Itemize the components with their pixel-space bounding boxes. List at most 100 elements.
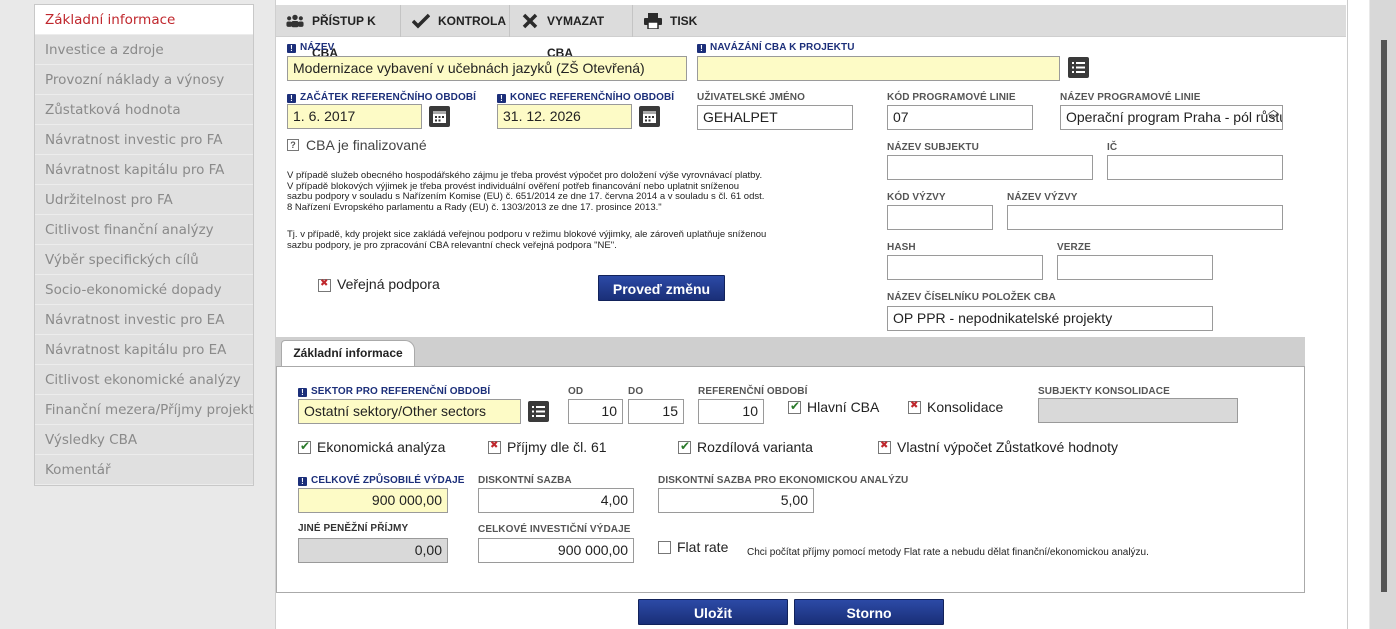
sidebar-item-udrzitelnost-fa[interactable]: Udržitelnost pro FA xyxy=(35,185,253,215)
sidebar-item-financni-mezera[interactable]: Finanční mezera/Příjmy projektu xyxy=(35,395,253,425)
sidebar-item-zustatkova-hodnota[interactable]: Zůstatková hodnota xyxy=(35,95,253,125)
konsolidace-label: Konsolidace xyxy=(927,399,1004,415)
required-icon: ! xyxy=(497,94,506,103)
navazani-input[interactable] xyxy=(697,56,1060,81)
delete-cba-button[interactable]: VYMAZAT CBA xyxy=(511,5,633,60)
od-input[interactable]: 10 xyxy=(568,399,623,424)
list-icon xyxy=(1072,62,1085,73)
rozdilova-checkbox[interactable] xyxy=(678,439,691,454)
sidebar-item-citlivost-ekonomicke[interactable]: Citlivost ekonomické analýzy xyxy=(35,365,253,395)
diskont-ek-label: DISKONTNÍ SAZBA PRO EKONOMICKOU ANALÝZU xyxy=(658,475,909,486)
sidebar-item-komentar[interactable]: Komentář xyxy=(35,455,253,485)
jine-input[interactable]: 0,00 xyxy=(298,538,448,563)
sidebar-item-investice[interactable]: Investice a zdroje xyxy=(35,35,253,65)
sektor-input[interactable]: Ostatní sektory/Other sectors xyxy=(298,399,521,424)
required-icon: ! xyxy=(287,44,296,53)
diskont-ek-input[interactable]: 5,00 xyxy=(658,488,814,513)
help-icon[interactable]: ? xyxy=(287,139,299,151)
nazev-linie-label: NÁZEV PROGRAMOVÉ LINIE xyxy=(1060,92,1201,103)
sidebar-item-provozni-naklady[interactable]: Provozní náklady a výnosy xyxy=(35,65,253,95)
calendar-button-start[interactable] xyxy=(429,106,450,127)
list-icon xyxy=(532,406,545,417)
sidebar-item-vyber-cilu[interactable]: Výběr specifických cílů xyxy=(35,245,253,275)
ciselnik-input[interactable]: OP PPR - nepodnikatelské projekty xyxy=(887,306,1213,331)
users-icon xyxy=(286,14,304,28)
hash-input[interactable] xyxy=(887,255,1043,280)
konec-input[interactable]: 31. 12. 2026 xyxy=(497,104,632,129)
sidebar-item-vysledky-cba[interactable]: Výsledky CBA xyxy=(35,425,253,455)
nazev-input[interactable]: Modernizace vybavení v učebnách jazyků (… xyxy=(287,56,687,81)
check-label: KONTROLA xyxy=(438,14,506,28)
diskont-input[interactable]: 4,00 xyxy=(478,488,634,513)
calendar-button-end[interactable] xyxy=(639,106,660,127)
scrollbar-thumb[interactable] xyxy=(1381,40,1387,592)
nazev-vyzvy-label: NÁZEV VÝZVY xyxy=(1007,192,1078,203)
subjekty-label: SUBJEKTY KONSOLIDACE xyxy=(1038,386,1170,397)
access-cba-button[interactable]: PŘÍSTUP K CBA xyxy=(276,5,401,60)
kod-vyzvy-label: KÓD VÝZVY xyxy=(887,192,946,203)
ref-obdobi-input[interactable]: 10 xyxy=(698,399,764,424)
printer-icon xyxy=(644,13,662,29)
checkmark-icon xyxy=(412,13,430,29)
prijmy61-checkbox[interactable] xyxy=(488,440,501,454)
navazani-label: ! NAVÁZÁNÍ CBA K PROJEKTU xyxy=(697,42,855,53)
sektor-list-button[interactable] xyxy=(528,401,549,422)
ref-obdobi-label: REFERENČNÍ OBDOBÍ xyxy=(698,386,808,397)
required-icon: ! xyxy=(298,388,307,397)
konec-label: ! KONEC REFERENČNÍHO OBDOBÍ xyxy=(497,92,674,103)
check-button[interactable]: KONTROLA xyxy=(402,5,510,37)
sidebar-item-navratnost-investic-ea[interactable]: Návratnost investic pro EA xyxy=(35,305,253,335)
ic-label: IČ xyxy=(1107,142,1118,153)
flat-rate-checkbox[interactable] xyxy=(658,541,671,554)
sidebar-item-navratnost-kapitalu-ea[interactable]: Návratnost kapitálu pro EA xyxy=(35,335,253,365)
sidebar-item-navratnost-kapitalu-fa[interactable]: Návratnost kapitálu pro FA xyxy=(35,155,253,185)
ekonomicka-checkbox[interactable] xyxy=(298,439,311,454)
nazev-label: ! NÁZEV xyxy=(287,42,334,53)
list-picker-button[interactable] xyxy=(1068,57,1089,78)
vlastni-checkbox[interactable] xyxy=(878,440,891,454)
save-button[interactable]: Uložit xyxy=(638,599,788,625)
do-input[interactable]: 15 xyxy=(628,399,684,424)
investicni-input[interactable]: 900 000,00 xyxy=(478,538,634,563)
toolbar: PŘÍSTUP K CBA KONTROLA VYMAZAT CBA TISK xyxy=(276,5,1346,60)
investicni-label: CELKOVÉ INVESTIČNÍ VÝDAJE xyxy=(478,524,631,535)
jine-label: JINÉ PENĚŽNÍ PŘÍJMY xyxy=(298,523,409,534)
verejna-podpora-checkbox[interactable] xyxy=(318,278,331,292)
tab-bar xyxy=(276,337,1305,367)
print-button[interactable]: TISK xyxy=(634,5,704,37)
uzivatel-input[interactable]: GEHALPET xyxy=(697,105,853,130)
ic-input[interactable] xyxy=(1107,155,1283,180)
celkove-input[interactable]: 900 000,00 xyxy=(298,488,448,513)
nazev-vyzvy-input[interactable] xyxy=(1007,205,1283,230)
konsolidace-checkbox[interactable] xyxy=(908,400,921,414)
chevron-updown-icon: ︿ ﹀ xyxy=(1268,105,1279,126)
rozdilova-label: Rozdílová varianta xyxy=(697,439,813,455)
kod-linie-input[interactable]: 07 xyxy=(887,105,1033,130)
nazev-linie-select[interactable]: Operační program Praha - pól růstu ︿ ﹀ xyxy=(1060,105,1283,130)
prijmy61-label: Příjmy dle čl. 61 xyxy=(507,439,607,455)
vlastni-label: Vlastní výpočet Zůstatkové hodnoty xyxy=(897,439,1119,455)
nazev-subjektu-input[interactable] xyxy=(887,155,1093,180)
ekonomicka-label: Ekonomická analýza xyxy=(317,439,446,455)
verze-input[interactable] xyxy=(1057,255,1213,280)
calendar-icon xyxy=(433,111,446,123)
tab-zakladni-informace[interactable]: Základní informace xyxy=(281,340,415,367)
zacatek-label: ! ZAČÁTEK REFERENČNÍHO OBDOBÍ xyxy=(287,92,476,103)
zacatek-input[interactable]: 1. 6. 2017 xyxy=(287,104,422,129)
nazev-subjektu-label: NÁZEV SUBJEKTU xyxy=(887,142,979,153)
close-icon xyxy=(522,13,538,29)
hlavni-cba-checkbox[interactable] xyxy=(788,399,801,414)
kod-linie-label: KÓD PROGRAMOVÉ LINIE xyxy=(887,92,1016,103)
flat-rate-label: Flat rate xyxy=(677,539,729,555)
od-label: OD xyxy=(568,386,584,397)
celkove-label: ! CELKOVÉ ZPŮSOBILÉ VÝDAJE xyxy=(298,475,465,486)
provest-zmenu-button[interactable]: Proveď změnu xyxy=(598,275,725,301)
sidebar-item-socio-ekonomicke[interactable]: Socio-ekonomické dopady xyxy=(35,275,253,305)
subjekty-input[interactable] xyxy=(1038,398,1238,423)
cancel-button[interactable]: Storno xyxy=(794,599,944,625)
sidebar-item-navratnost-investic-fa[interactable]: Návratnost investic pro FA xyxy=(35,125,253,155)
sidebar-item-zakladni-informace[interactable]: Základní informace xyxy=(35,5,253,35)
cba-final-label: CBA je finalizované xyxy=(306,137,427,153)
kod-vyzvy-input[interactable] xyxy=(887,205,993,230)
sidebar-item-citlivost-financni[interactable]: Citlivost finanční analýzy xyxy=(35,215,253,245)
